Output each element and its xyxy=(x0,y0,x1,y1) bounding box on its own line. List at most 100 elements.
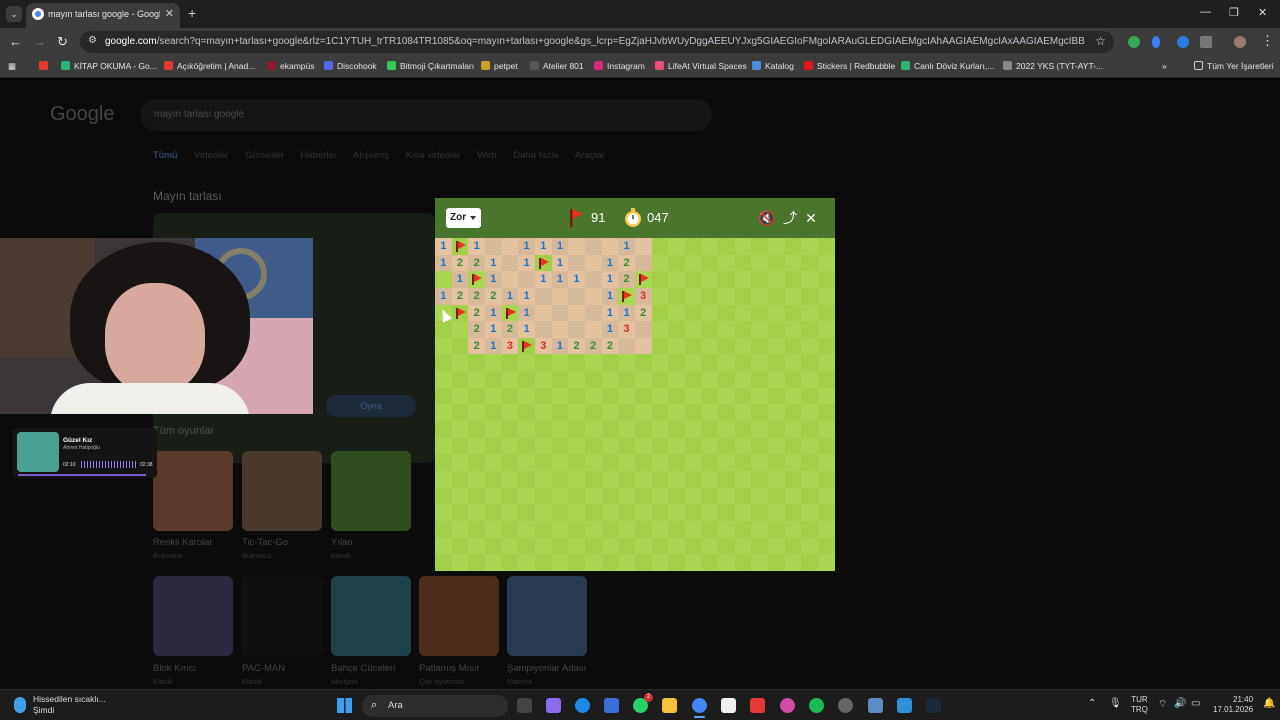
covered-cell[interactable] xyxy=(734,287,752,305)
menu-dots-icon[interactable]: ⋮ xyxy=(1261,33,1274,49)
covered-cell[interactable] xyxy=(484,520,502,538)
covered-cell[interactable] xyxy=(435,504,452,521)
covered-cell[interactable] xyxy=(818,421,835,438)
revealed-cell[interactable]: 1 xyxy=(451,271,469,288)
covered-cell[interactable] xyxy=(668,470,685,488)
covered-cell[interactable] xyxy=(734,454,752,471)
covered-cell[interactable] xyxy=(818,487,835,505)
covered-cell[interactable] xyxy=(518,537,535,555)
covered-cell[interactable] xyxy=(651,437,669,455)
covered-cell[interactable] xyxy=(734,321,752,338)
covered-cell[interactable] xyxy=(501,504,519,521)
revealed-cell[interactable] xyxy=(534,287,552,305)
covered-cell[interactable] xyxy=(634,537,652,555)
covered-cell[interactable] xyxy=(734,371,752,388)
covered-cell[interactable] xyxy=(751,354,769,372)
covered-cell[interactable] xyxy=(734,421,752,438)
revealed-cell[interactable] xyxy=(584,254,602,272)
tab-images[interactable]: Görseller xyxy=(245,150,284,161)
minimize-icon[interactable]: — xyxy=(1200,6,1211,18)
covered-cell[interactable] xyxy=(501,387,519,405)
covered-cell[interactable] xyxy=(451,371,469,388)
covered-cell[interactable] xyxy=(618,504,635,521)
covered-cell[interactable] xyxy=(435,271,452,288)
covered-cell[interactable] xyxy=(651,238,669,255)
covered-cell[interactable] xyxy=(435,421,452,438)
covered-cell[interactable] xyxy=(768,271,785,288)
covered-cell[interactable] xyxy=(801,421,819,438)
covered-cell[interactable] xyxy=(718,554,735,571)
covered-cell[interactable] xyxy=(818,554,835,571)
translate-extension-icon[interactable] xyxy=(1177,36,1189,48)
covered-cell[interactable] xyxy=(801,321,819,338)
covered-cell[interactable] xyxy=(601,487,619,505)
covered-cell[interactable] xyxy=(751,470,769,488)
covered-cell[interactable] xyxy=(668,304,685,322)
covered-cell[interactable] xyxy=(701,321,719,338)
covered-cell[interactable] xyxy=(451,337,469,355)
covered-cell[interactable] xyxy=(435,537,452,555)
covered-cell[interactable] xyxy=(435,554,452,571)
covered-cell[interactable] xyxy=(618,404,635,422)
covered-cell[interactable] xyxy=(568,487,585,505)
covered-cell[interactable] xyxy=(701,520,719,538)
reload-icon[interactable]: ↻ xyxy=(57,34,68,50)
covered-cell[interactable] xyxy=(701,354,719,372)
covered-cell[interactable] xyxy=(518,421,535,438)
covered-cell[interactable] xyxy=(818,387,835,405)
covered-cell[interactable] xyxy=(668,437,685,455)
covered-cell[interactable] xyxy=(751,304,769,322)
audio-extension-icon[interactable] xyxy=(1152,36,1160,48)
app-red-icon[interactable] xyxy=(750,698,765,713)
revealed-cell[interactable]: 3 xyxy=(501,337,519,355)
covered-cell[interactable] xyxy=(435,387,452,405)
windows-start-icon[interactable] xyxy=(337,698,352,713)
covered-cell[interactable] xyxy=(435,321,452,338)
covered-cell[interactable] xyxy=(668,354,685,372)
task-view-icon[interactable] xyxy=(517,698,532,713)
covered-cell[interactable] xyxy=(668,404,685,422)
restore-icon[interactable]: ❐ xyxy=(1229,6,1239,19)
covered-cell[interactable] xyxy=(818,470,835,488)
covered-cell[interactable] xyxy=(801,437,819,455)
covered-cell[interactable] xyxy=(501,554,519,571)
covered-cell[interactable] xyxy=(518,487,535,505)
covered-cell[interactable] xyxy=(784,271,802,288)
revealed-cell[interactable]: 1 xyxy=(435,238,452,255)
tab-short-videos[interactable]: Kısa videolar xyxy=(406,150,461,161)
covered-cell[interactable] xyxy=(534,387,552,405)
covered-cell[interactable] xyxy=(634,371,652,388)
covered-cell[interactable] xyxy=(618,371,635,388)
covered-cell[interactable] xyxy=(734,537,752,555)
covered-cell[interactable] xyxy=(551,537,569,555)
revealed-cell[interactable]: 2 xyxy=(468,337,485,355)
notification-bell-icon[interactable]: 🔔 xyxy=(1263,698,1275,709)
covered-cell[interactable] xyxy=(601,354,619,372)
extensions-puzzle-icon[interactable] xyxy=(1200,36,1212,48)
covered-cell[interactable] xyxy=(768,454,785,471)
weather-widget[interactable]: Hissedilen sıcaklı... Şimdi xyxy=(33,694,106,716)
covered-cell[interactable] xyxy=(601,454,619,471)
covered-cell[interactable] xyxy=(451,321,469,338)
revealed-cell[interactable] xyxy=(634,337,652,355)
bookmark-10[interactable]: Katalog xyxy=(752,61,794,71)
covered-cell[interactable] xyxy=(701,421,719,438)
covered-cell[interactable] xyxy=(551,504,569,521)
covered-cell[interactable] xyxy=(718,437,735,455)
covered-cell[interactable] xyxy=(568,520,585,538)
covered-cell[interactable] xyxy=(568,354,585,372)
battery-icon[interactable]: ▭ xyxy=(1191,698,1200,709)
covered-cell[interactable] xyxy=(518,504,535,521)
google-search-box[interactable]: mayın tarlası google xyxy=(140,99,712,131)
covered-cell[interactable] xyxy=(484,487,502,505)
covered-cell[interactable] xyxy=(468,354,485,372)
covered-cell[interactable] xyxy=(751,437,769,455)
covered-cell[interactable] xyxy=(701,238,719,255)
close-icon[interactable]: ✕ xyxy=(803,209,819,227)
game-tile-tic-tac-go[interactable] xyxy=(242,451,322,531)
bookmarks-overflow-icon[interactable]: » xyxy=(1162,61,1167,71)
revealed-cell[interactable]: 1 xyxy=(518,304,535,322)
covered-cell[interactable] xyxy=(668,287,685,305)
covered-cell[interactable] xyxy=(784,437,802,455)
covered-cell[interactable] xyxy=(768,337,785,355)
